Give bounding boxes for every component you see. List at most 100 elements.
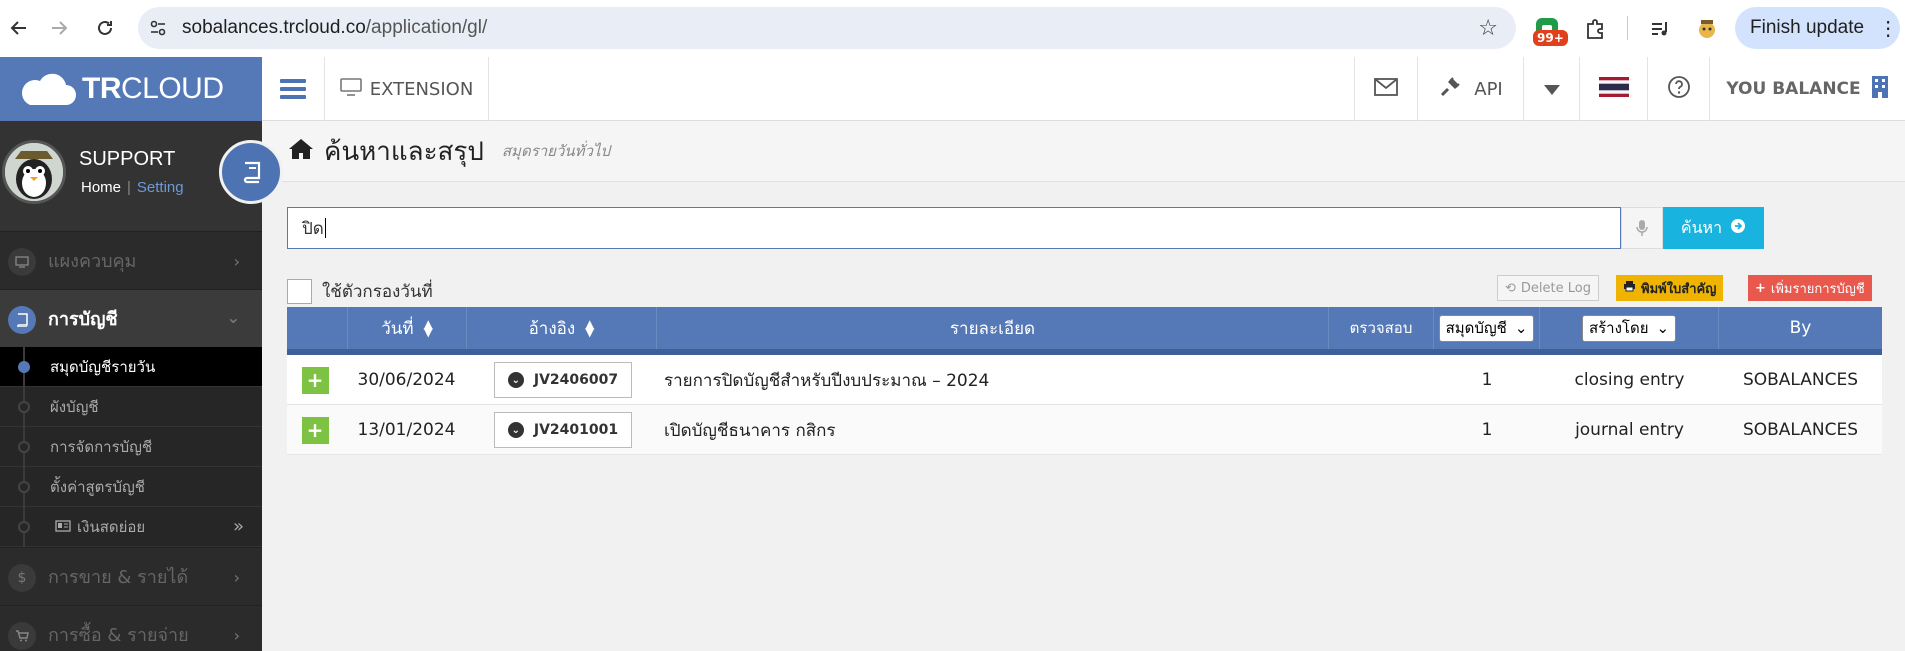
expand-plus-button[interactable]: +: [301, 416, 329, 444]
help-button[interactable]: [1647, 57, 1709, 121]
cart-icon: [8, 622, 36, 650]
book-select[interactable]: สมุดบัญชี ⌄: [1438, 314, 1535, 342]
search-input[interactable]: ปิด: [287, 207, 1621, 249]
forward-arrow-icon[interactable]: [40, 9, 78, 47]
app-logo[interactable]: TRCLOUD: [0, 57, 262, 121]
envelope-icon: [1374, 77, 1398, 101]
language-button[interactable]: [1579, 57, 1647, 121]
ref-button[interactable]: ⌄ JV2406007: [493, 362, 633, 398]
dropdown-button[interactable]: [1523, 57, 1579, 121]
print-voucher-button[interactable]: พิมพ์ใบสำคัญ: [1616, 275, 1724, 301]
browser-toolbar: sobalances.trcloud.co/application/gl/ ☆ …: [0, 0, 1905, 57]
ref-button[interactable]: ⌄ JV2401001: [493, 412, 633, 448]
chevron-down-circle-icon: ⌄: [507, 422, 524, 438]
sidebar-item-purchases[interactable]: การซื้อ & รายจ่าย ›: [0, 605, 262, 651]
sidebar-subitem-label: ตั้งค่าสูตรบัญชี: [50, 477, 145, 496]
sidebar-item-label: แผงควบคุม: [48, 251, 137, 272]
media-queue-icon[interactable]: [1645, 14, 1675, 44]
back-arrow-icon[interactable]: [0, 9, 38, 47]
delete-log-button[interactable]: ⟲ Delete Log: [1497, 275, 1599, 301]
chevron-right-icon: ›: [233, 568, 240, 587]
more-menu-icon[interactable]: ⋮: [1878, 16, 1898, 41]
sidebar-item-accounting[interactable]: การบัญชี ⌄: [0, 289, 262, 347]
journal-table: วันที่ ▲ ▼ อ้างอิง ▲ ▼ รายละเอียด ตรวจสอบ สม…: [287, 307, 1882, 455]
company-button[interactable]: YOU BALANCE: [1709, 57, 1905, 121]
microphone-icon[interactable]: [1621, 207, 1663, 249]
sort-icon: ▲ ▼: [423, 317, 433, 339]
logo-text: TRCLOUD: [82, 72, 224, 105]
sidebar-item-dashboard[interactable]: แผงควบคุม ›: [0, 231, 262, 289]
column-header-ref[interactable]: อ้างอิง ▲ ▼: [467, 307, 657, 349]
chevron-down-icon: ⌄: [1514, 319, 1528, 337]
column-header-book: สมุดบัญชี ⌄: [1434, 307, 1540, 349]
sidebar-subitem-petty-cash[interactable]: เงินสดย่อย »: [0, 507, 262, 547]
profile-avatar-icon[interactable]: [1692, 14, 1722, 44]
chevron-down-icon: ⌄: [226, 308, 240, 327]
sidebar: SUPPORT Home | Setting แผงควบคุม › การบัญช…: [0, 121, 262, 651]
row-detail: รายการปิดบัญชีสำหรับปีงบประมาณ – 2024: [664, 370, 990, 391]
history-icon: ⟲: [1505, 280, 1516, 296]
home-link[interactable]: Home: [81, 179, 121, 196]
date-filter-checkbox[interactable]: [287, 279, 312, 304]
app-topbar: EXTENSION API YOU BALANCE: [262, 57, 1905, 121]
sort-icon: ▲ ▼: [585, 317, 595, 339]
row-created-by: closing entry: [1574, 370, 1685, 390]
site-settings-icon[interactable]: [146, 16, 170, 40]
link-separator: |: [127, 179, 131, 196]
row-book: 1: [1481, 370, 1493, 390]
menu-toggle-button[interactable]: [262, 57, 325, 121]
monitor-icon: [8, 248, 36, 276]
row-book: 1: [1481, 420, 1493, 440]
sidebar-subitem-account-formula[interactable]: ตั้งค่าสูตรบัญชี: [0, 467, 262, 507]
sidebar-subitem-account-management[interactable]: การจัดการบัญชี: [0, 427, 262, 467]
extensions-puzzle-icon[interactable]: [1580, 14, 1610, 44]
chevron-right-icon: ›: [233, 252, 240, 271]
sidebar-item-sales[interactable]: $ การขาย & รายได้ ›: [0, 547, 262, 605]
extension-button[interactable]: EXTENSION: [325, 57, 489, 121]
sidebar-subitem-general-journal[interactable]: สมุดบัญชีรายวัน: [0, 347, 262, 387]
sidebar-subitem-label: ผังบัญชี: [50, 397, 99, 416]
building-icon: [1871, 75, 1889, 104]
search-button[interactable]: ค้นหา: [1663, 207, 1764, 249]
journal-book-icon[interactable]: [219, 140, 283, 204]
plus-icon: +: [1755, 280, 1766, 296]
mail-button[interactable]: [1354, 57, 1417, 121]
id-card-icon: [55, 518, 71, 536]
book-icon: [8, 306, 36, 334]
monitor-icon: [339, 77, 362, 101]
address-bar[interactable]: sobalances.trcloud.co/application/gl/ ☆: [138, 7, 1516, 49]
column-header-action: [287, 307, 348, 349]
page-header: ค้นหาและสรุป สมุดรายวันทั่วไป: [262, 121, 1905, 182]
api-button[interactable]: API: [1417, 57, 1523, 121]
row-created-by: journal entry: [1575, 420, 1684, 440]
row-by: SOBALANCES: [1742, 370, 1859, 390]
table-header: วันที่ ▲ ▼ อ้างอิง ▲ ▼ รายละเอียด ตรวจสอบ สม…: [287, 307, 1882, 355]
sidebar-item-label: การบัญชี: [48, 309, 118, 330]
created-by-select[interactable]: สร้างโดย ⌄: [1581, 314, 1677, 342]
column-header-check: ตรวจสอบ: [1329, 307, 1434, 349]
column-header-by: By: [1789, 318, 1812, 338]
caret-down-icon: [1543, 79, 1560, 100]
expand-plus-button[interactable]: +: [301, 366, 329, 394]
chevron-down-icon: ⌄: [1656, 319, 1670, 337]
home-icon[interactable]: [288, 138, 314, 164]
arrow-circle-right-icon: [1730, 218, 1746, 238]
sidebar-subitem-chart-of-accounts[interactable]: ผังบัญชี: [0, 387, 262, 427]
hamburger-icon: [280, 75, 306, 103]
page-title: ค้นหาและสรุป: [324, 136, 484, 167]
thai-flag-icon: [1598, 76, 1629, 102]
avatar[interactable]: [2, 140, 66, 204]
add-entry-button[interactable]: + เพิ่มรายการบัญชี: [1748, 275, 1872, 301]
column-header-date[interactable]: วันที่ ▲ ▼: [348, 307, 467, 349]
dollar-icon: $: [8, 564, 36, 592]
sidebar-item-label: การขาย & รายได้: [48, 567, 189, 588]
profile-name: SUPPORT: [79, 148, 176, 170]
finish-update-button[interactable]: Finish update ⋮: [1735, 7, 1900, 49]
reload-icon[interactable]: [86, 9, 124, 47]
question-icon: [1667, 75, 1691, 104]
row-detail: เปิดบัญชีธนาคาร กสิกร: [664, 420, 836, 441]
bullet-icon: [18, 441, 30, 453]
chevron-right-icon: ›: [233, 626, 240, 645]
bookmark-star-icon[interactable]: ☆: [1478, 16, 1498, 41]
setting-link[interactable]: Setting: [137, 179, 184, 196]
